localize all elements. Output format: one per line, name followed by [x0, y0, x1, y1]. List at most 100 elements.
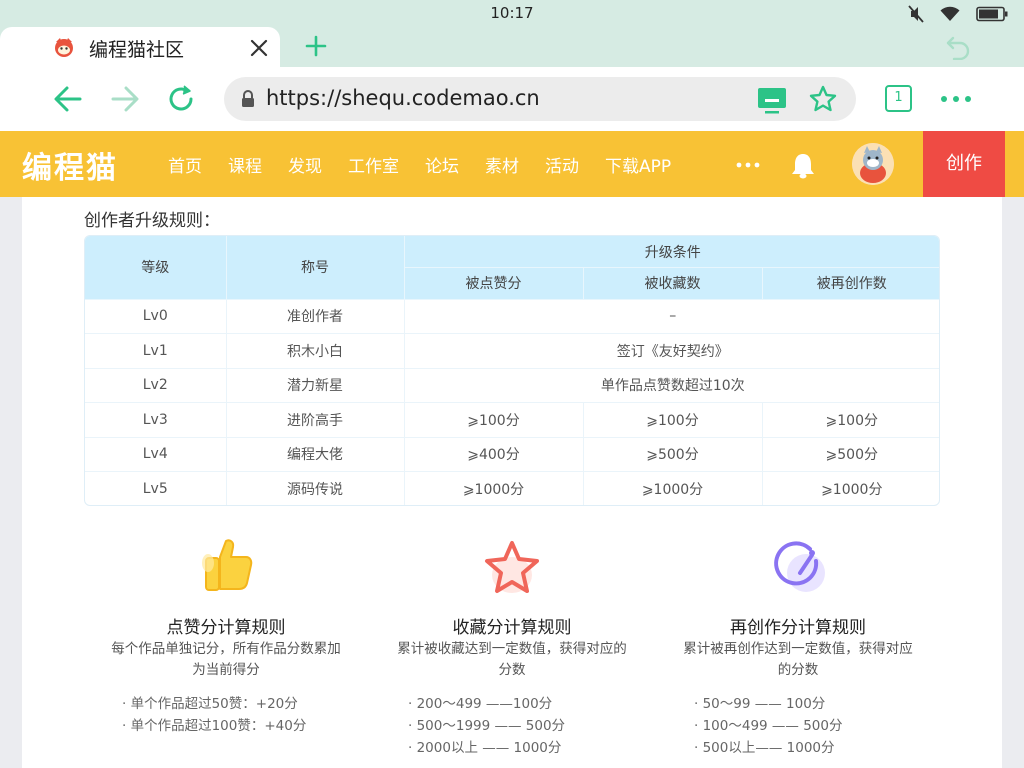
upgrade-rules-table: 等级 称号 升级条件 被点赞分 被收藏数 被再创作数 Lv0 准创作者 – Lv… — [84, 235, 940, 506]
rule-items: · 单个作品超过50赞：+20分 · 单个作品超过100赞：+40分 — [122, 693, 306, 737]
tab-count-button[interactable]: 1 — [885, 85, 912, 112]
browser-tab[interactable]: 编程猫社区 — [0, 27, 280, 67]
more-nav-icon[interactable] — [735, 161, 761, 169]
table-row: Lv3 进阶高手 ⩾100分 ⩾100分 ⩾100分 — [85, 402, 939, 438]
back-arrow-icon[interactable] — [52, 83, 84, 115]
rule-title: 再创作分计算规则 — [730, 618, 866, 638]
status-bar: 10:17 — [0, 0, 1024, 27]
rule-description: 累计被再创作达到一定数值，获得对应 的分数 — [663, 639, 933, 681]
rule-title: 收藏分计算规则 — [452, 618, 572, 638]
rule-title: 点赞分计算规则 — [166, 618, 286, 638]
cell-condition: 签订《友好契约》 — [404, 333, 939, 369]
cell-remixes: ⩾1000分 — [821, 482, 883, 498]
rule-description-line: 累计被收藏达到一定数值，获得对应的 — [397, 641, 627, 657]
wifi-icon — [940, 6, 960, 21]
header-remixes: 被再创作数 — [762, 267, 939, 300]
thumbs-up-icon — [202, 539, 253, 591]
rule-description-line: 为当前得分 — [192, 662, 260, 678]
rule-items: · 200～499 ——100分 · 500～1999 —— 500分 · 20… — [408, 693, 565, 759]
cell-favorites: ⩾100分 — [583, 402, 763, 438]
rule-item: · 100～499 —— 500分 — [694, 718, 843, 734]
nav-download-app[interactable]: 下载APP — [605, 152, 671, 177]
rule-item: · 单个作品超过50赞：+20分 — [122, 696, 298, 712]
rule-description-line: 每个作品单独记分，所有作品分数累加 — [111, 641, 341, 657]
rule-item: · 50～99 —— 100分 — [694, 696, 826, 712]
cell-name: 积木小白 — [226, 333, 405, 369]
table-row: Lv4 编程大佬 ⩾400分 ⩾500分 ⩾500分 — [85, 437, 939, 472]
cell-name: 潜力新星 — [226, 368, 405, 403]
new-tab-icon[interactable] — [304, 34, 328, 58]
cell-favorites: ⩾500分 — [583, 437, 763, 472]
browser-toolbar: https://shequ.codemao.cn 1 — [0, 67, 1024, 131]
rule-item: · 200～499 ——100分 — [408, 696, 553, 712]
address-bar[interactable]: https://shequ.codemao.cn — [224, 77, 856, 121]
header-favorites: 被收藏数 — [583, 267, 763, 300]
nav-home[interactable]: 首页 — [168, 152, 202, 177]
tab-strip: 编程猫社区 — [0, 27, 1024, 67]
cell-level: Lv3 — [85, 402, 227, 438]
nav-forum[interactable]: 论坛 — [425, 152, 459, 177]
cell-level: Lv4 — [85, 437, 227, 472]
undo-close-tab-icon[interactable] — [944, 34, 972, 60]
nav-materials[interactable]: 素材 — [485, 152, 519, 177]
table-row: Lv5 源码传说 ⩾1000分 ⩾1000分 ⩾1000分 — [85, 471, 939, 505]
avatar-image-icon — [852, 143, 894, 185]
rule-items: · 50～99 —— 100分 · 100～499 —— 500分 · 500以… — [694, 693, 842, 759]
status-time: 10:17 — [490, 4, 534, 22]
url-text[interactable]: https://shequ.codemao.cn — [266, 86, 540, 110]
header-level: 等级 — [85, 236, 227, 300]
tab-title: 编程猫社区 — [89, 39, 185, 61]
overflow-menu-icon[interactable] — [938, 85, 974, 113]
lock-icon — [242, 90, 254, 107]
favorites-rule-card: 收藏分计算规则 累计被收藏达到一定数值，获得对应的 分数 · 200～499 —… — [377, 537, 647, 767]
header-conditions: 升级条件 — [404, 236, 939, 268]
rule-description-line: 累计被再创作达到一定数值，获得对应 — [683, 641, 913, 657]
cell-level: Lv1 — [85, 333, 227, 369]
star-icon — [485, 541, 539, 593]
cell-level: Lv2 — [85, 368, 227, 403]
rule-item: · 500以上—— 1000分 — [694, 740, 835, 756]
rule-description-line: 分数 — [498, 662, 526, 678]
create-button[interactable]: 创作 — [923, 131, 1005, 197]
mute-vibrate-icon — [908, 5, 924, 23]
forward-arrow-icon[interactable] — [109, 83, 141, 115]
notification-bell-icon[interactable] — [790, 151, 816, 179]
cell-condition: – — [404, 299, 939, 334]
cell-name: 准创作者 — [226, 299, 405, 334]
codemao-favicon-icon — [55, 38, 73, 57]
rule-item: · 单个作品超过100赞：+40分 — [122, 718, 307, 734]
user-avatar[interactable] — [852, 143, 894, 185]
score-rules: 点赞分计算规则 每个作品单独记分，所有作品分数累加 为当前得分 · 单个作品超过… — [22, 537, 1002, 767]
cast-screen-icon[interactable] — [757, 86, 787, 114]
site-logo[interactable]: 编程猫 — [22, 143, 118, 187]
cell-name: 源码传说 — [226, 471, 405, 505]
rule-description-line: 的分数 — [777, 662, 819, 678]
cell-likes: ⩾1000分 — [404, 471, 584, 505]
site-header: 编程猫 首页 课程 发现 工作室 论坛 素材 活动 下载APP 创作 — [0, 131, 1024, 197]
bookmark-star-icon[interactable] — [809, 85, 837, 113]
nav-studio[interactable]: 工作室 — [348, 152, 399, 177]
rule-description: 每个作品单独记分，所有作品分数累加 为当前得分 — [91, 639, 361, 681]
cell-remixes: ⩾100分 — [762, 402, 939, 438]
main-content: 创作者升级规则： 等级 称号 升级条件 被点赞分 被收藏数 被再创作数 Lv0 … — [22, 197, 1002, 768]
cell-name: 进阶高手 — [226, 402, 405, 438]
cell-likes: ⩾100分 — [404, 402, 584, 438]
cell-level: Lv5 — [85, 471, 227, 505]
nav-events[interactable]: 活动 — [545, 152, 579, 177]
header-name: 称号 — [226, 236, 405, 300]
cell-likes: ⩾400分 — [404, 437, 584, 472]
table-row: Lv2 潜力新星 单作品点赞数超过10次 — [85, 368, 939, 403]
table-row: Lv1 积木小白 签订《友好契约》 — [85, 333, 939, 369]
remix-rule-card: 再创作分计算规则 累计被再创作达到一定数值，获得对应 的分数 · 50～99 —… — [663, 537, 933, 767]
reload-icon[interactable] — [165, 83, 197, 115]
cell-favorites: ⩾1000分 — [583, 471, 763, 505]
cell-condition: 单作品点赞数超过10次 — [404, 368, 939, 403]
battery-icon — [976, 6, 1008, 22]
rule-item: · 2000以上 —— 1000分 — [408, 740, 562, 756]
header-likes: 被点赞分 — [404, 267, 584, 300]
cell-remixes: ⩾500分 — [762, 437, 939, 472]
nav-courses[interactable]: 课程 — [228, 152, 262, 177]
nav-discover[interactable]: 发现 — [288, 152, 322, 177]
close-tab-icon[interactable] — [248, 37, 270, 59]
table-row: Lv0 准创作者 – — [85, 299, 939, 334]
